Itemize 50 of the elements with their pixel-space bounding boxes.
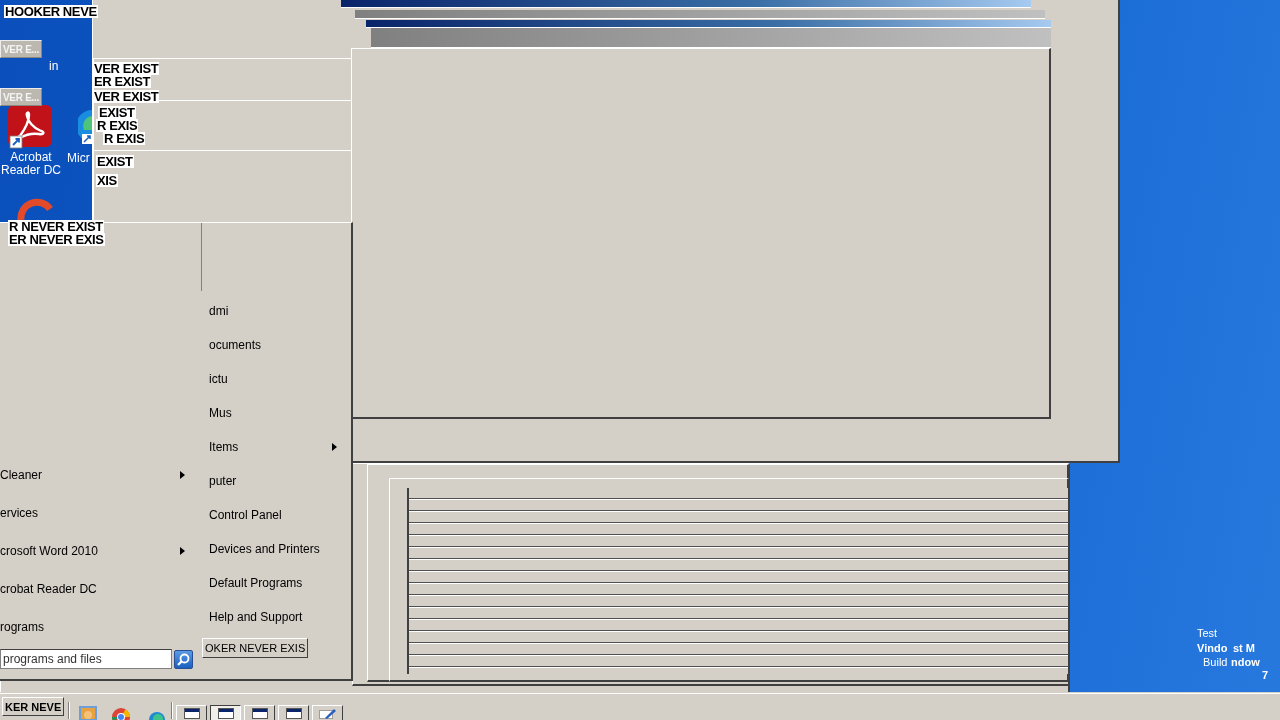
search-field[interactable]: programs and files: [0, 649, 172, 669]
window-title-fragment: VER EXIST: [93, 90, 160, 103]
desktop-text: st M: [1233, 642, 1255, 654]
start-menu-link[interactable]: Devices and Printers: [202, 532, 351, 566]
window-title-fragment: VER EXIST: [93, 62, 160, 75]
window-title-fragment: EXIST: [96, 155, 134, 168]
window-title-fragment: EXIST: [98, 106, 136, 119]
window-title-fragment: XIS: [96, 174, 118, 187]
window-title-fragment: HOOKER NEVE: [4, 5, 98, 18]
circle-swirl-icon[interactable]: [78, 108, 92, 144]
start-menu-link[interactable]: dmi: [202, 294, 351, 328]
title-bar[interactable]: [366, 20, 1051, 28]
window-icon: [217, 708, 234, 719]
program-item[interactable]: Cleaner: [0, 456, 200, 494]
window-icon: [251, 708, 268, 719]
title-bar[interactable]: [341, 0, 1031, 8]
window-title-fragment: ER EXIST: [93, 75, 152, 88]
program-item[interactable]: crobat Reader DC: [0, 570, 200, 608]
start-menu-link[interactable]: Help and Support: [202, 600, 351, 634]
pen-icon: [318, 708, 337, 719]
desktop-icon-label: Micr: [67, 152, 90, 165]
program-item[interactable]: crosoft Word 2010: [0, 532, 200, 570]
window-title-fragment: R EXIS: [96, 119, 139, 132]
swirl-tile-icon[interactable]: [8, 105, 52, 149]
desktop-text: ndow: [1231, 656, 1260, 668]
window-icon: [285, 708, 302, 719]
start-menu-link[interactable]: Items: [202, 430, 351, 464]
start-menu-link[interactable]: puter: [202, 464, 351, 498]
desktop-text: 7: [1262, 669, 1269, 681]
window-title-fragment: R EXIS: [103, 132, 146, 145]
desktop-icon-label: Acrobat Reader DC: [0, 151, 62, 177]
window-icon: [183, 708, 200, 719]
start-menu-link[interactable]: Control Panel: [202, 498, 351, 532]
desktop-text: Test: [1197, 627, 1218, 639]
search-button[interactable]: [174, 649, 193, 669]
desktop-icon-label: in: [49, 60, 59, 73]
desktop-text: Build: [1203, 656, 1228, 668]
program-item[interactable]: rograms: [0, 608, 200, 646]
search-icon: [177, 652, 190, 666]
start-button[interactable]: KER NEVE: [2, 697, 65, 716]
shutdown-button[interactable]: OKER NEVER EXIS: [202, 638, 309, 658]
start-menu-link[interactable]: ictu: [202, 362, 351, 396]
start-menu-link[interactable]: ocuments: [202, 328, 351, 362]
window-title-fragment: ER NEVER EXIS: [8, 233, 105, 246]
start-menu-link[interactable]: Default Programs: [202, 566, 351, 600]
taskbar-button[interactable]: [210, 705, 242, 720]
window-title-fragment: R NEVER EXIST: [8, 220, 104, 233]
program-item[interactable]: ervices: [0, 494, 200, 532]
start-menu-link[interactable]: Mus: [202, 396, 351, 430]
desktop-text: Vindo: [1197, 642, 1228, 654]
